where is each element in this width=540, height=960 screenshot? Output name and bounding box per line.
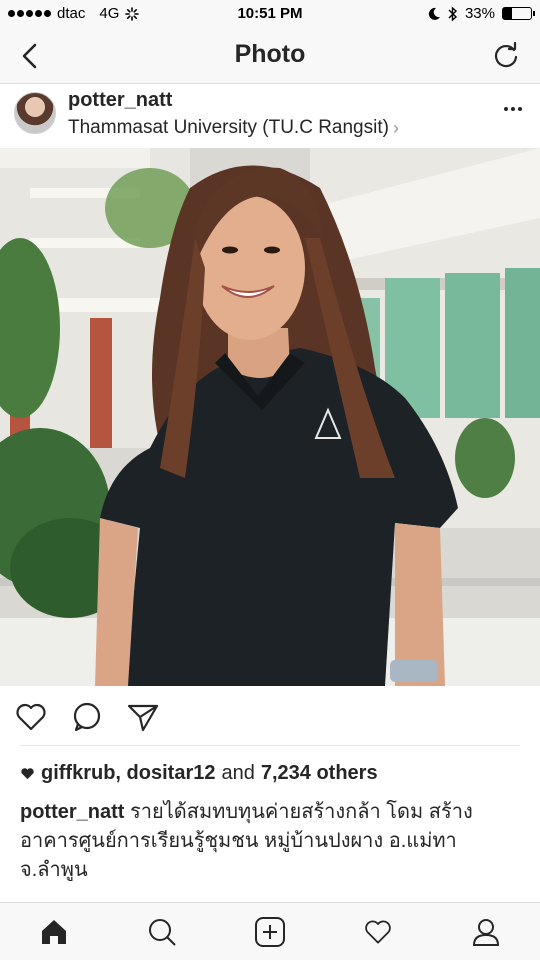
tab-bar: [0, 902, 540, 960]
chevron-right-icon: ›: [392, 117, 399, 138]
likes-line[interactable]: giffkrub, dositar12 and 7,234 others: [20, 762, 378, 785]
send-icon[interactable]: [126, 700, 160, 734]
battery-level: [503, 8, 513, 19]
battery-icon: [502, 7, 535, 20]
navigation-bar: Photo: [0, 28, 540, 84]
home-icon: [42, 919, 66, 944]
profile-icon: [472, 918, 500, 946]
caption-username[interactable]: potter_natt: [20, 801, 124, 823]
tab-profile[interactable]: [468, 914, 504, 950]
likes-connector: and: [221, 762, 255, 784]
likes-others[interactable]: 7,234 others: [261, 762, 378, 785]
post-actions: [14, 700, 160, 734]
tab-home[interactable]: [36, 914, 72, 950]
post-location[interactable]: Thammasat University (TU.C Rangsit) ›: [68, 117, 399, 139]
search-icon: [149, 918, 176, 946]
post-caption: potter_natt รายได้สมทบทุนค่ายสร้างกล้า โ…: [20, 798, 520, 902]
heart-icon: [365, 920, 391, 943]
heart-small-icon: [21, 768, 34, 780]
more-options-icon[interactable]: [504, 107, 522, 111]
post-username[interactable]: potter_natt: [68, 89, 172, 112]
comment-icon[interactable]: [70, 700, 104, 734]
bluetooth-icon: [448, 5, 457, 22]
liked-by-names[interactable]: giffkrub, dositar12: [41, 762, 215, 785]
location-label: Thammasat University (TU.C Rangsit): [68, 117, 389, 138]
tab-search[interactable]: [144, 914, 180, 950]
heart-icon[interactable]: [14, 700, 48, 734]
photo-illustration: [0, 148, 540, 686]
avatar[interactable]: [14, 92, 56, 134]
post-header: potter_natt Thammasat University (TU.C R…: [0, 85, 540, 147]
tab-add[interactable]: [252, 914, 288, 950]
tab-activity[interactable]: [360, 914, 396, 950]
moon-icon: [428, 7, 440, 20]
status-right: 33%: [427, 5, 535, 22]
refresh-icon[interactable]: [490, 40, 522, 72]
divider: [20, 745, 520, 746]
battery-percent: 33%: [464, 5, 495, 22]
post-photo[interactable]: [0, 148, 540, 686]
status-bar: dtac 4G 10:51 PM 33%: [0, 0, 540, 28]
page-title: Photo: [234, 40, 306, 68]
add-post-icon: [255, 916, 285, 947]
